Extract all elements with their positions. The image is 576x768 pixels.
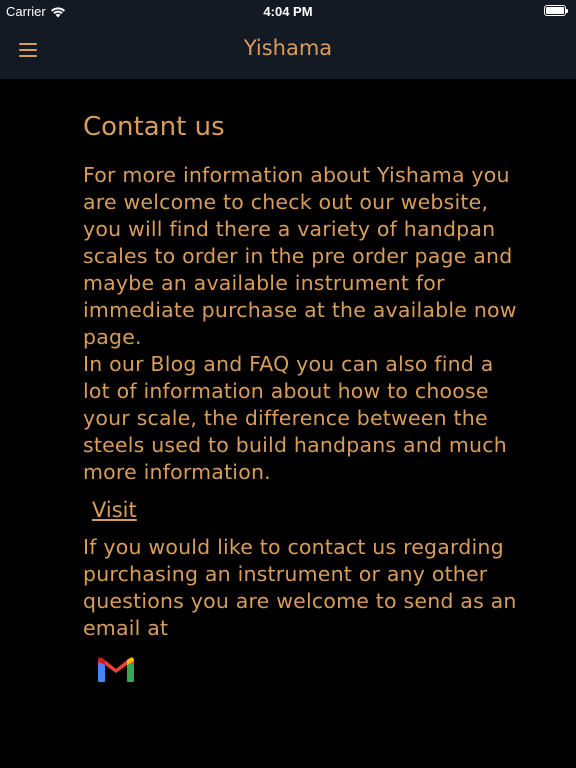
info-paragraph: For more information about Yishama you a…	[83, 163, 517, 349]
status-bar: Carrier 4:04 PM	[0, 0, 576, 22]
page-title: Contant us	[83, 112, 225, 142]
contact-content: Contant us For more information about Yi…	[83, 110, 523, 684]
blog-paragraph: In our Blog and FAQ you can also find a …	[83, 352, 507, 484]
nav-title: Yishama	[243, 36, 333, 60]
battery-icon	[544, 5, 568, 16]
visit-link[interactable]: Visit	[92, 496, 137, 524]
status-time: 4:04 PM	[263, 4, 313, 19]
gmail-icon[interactable]	[97, 654, 135, 684]
contact-paragraph: If you would like to contact us regardin…	[83, 535, 517, 640]
navigation-bar: Yishama	[0, 22, 576, 79]
